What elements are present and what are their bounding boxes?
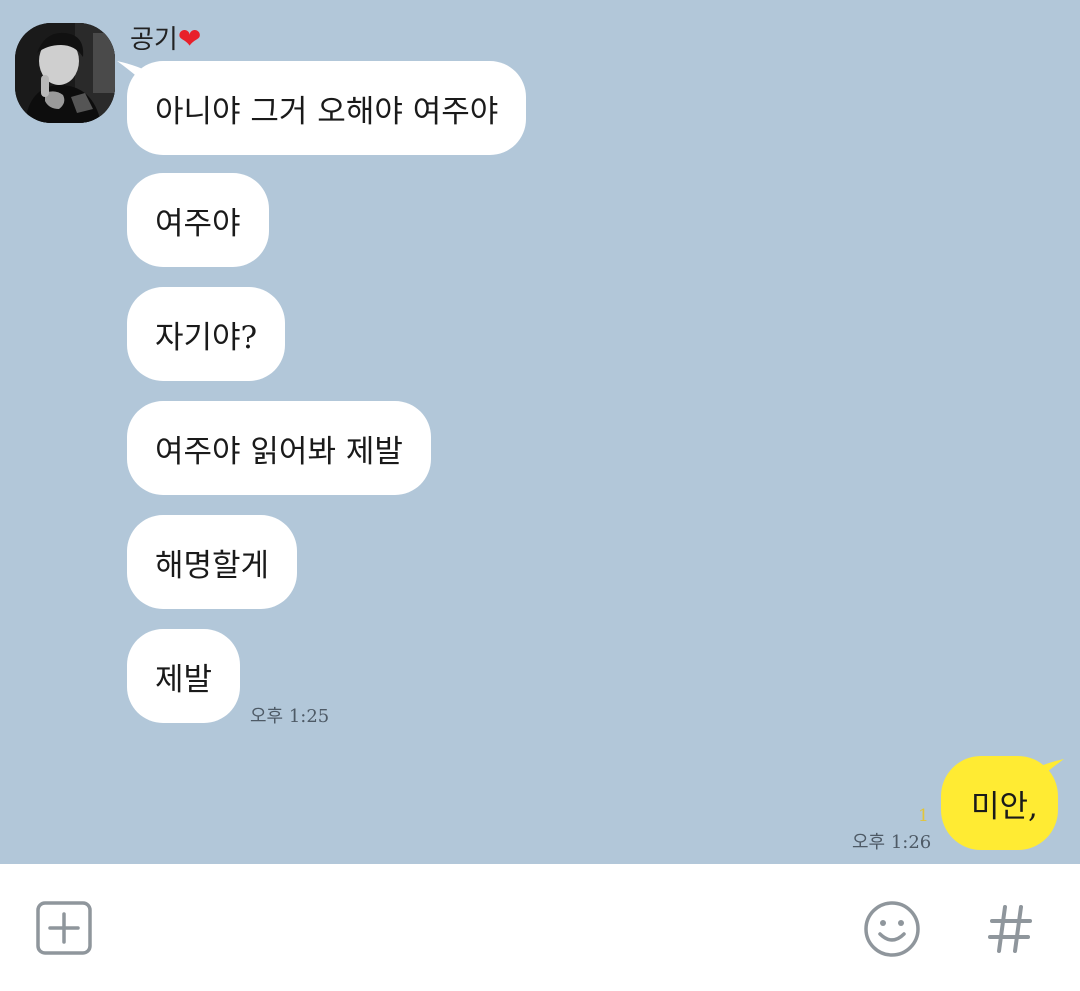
message-text: 아니야 그거 오해야 여주야	[155, 93, 499, 130]
message-bubble[interactable]: 제발	[127, 629, 241, 723]
message-text: 제발	[155, 661, 213, 698]
unread-count: 1	[918, 806, 929, 826]
message-bubble[interactable]: 여주야 읽어봐 제발	[127, 401, 431, 495]
my-message-text: 미안,	[971, 788, 1038, 825]
message-text: 자기야?	[155, 319, 258, 356]
sender-avatar[interactable]	[15, 23, 115, 123]
sender-name-text: 공기	[130, 25, 178, 55]
chat-area[interactable]: 공기❤ 아니야 그거 오해야 여주야 여주야 자기야? 여주야 읽어봐 제발 해…	[0, 0, 1080, 864]
message-bubble[interactable]: 해명할게	[127, 515, 298, 609]
emoticon-button[interactable]	[863, 900, 921, 958]
sent-timestamp: 오후 1:26	[852, 832, 932, 853]
hashtag-icon	[988, 905, 1032, 953]
message-bubble[interactable]: 여주야	[127, 173, 269, 267]
message-text: 여주야	[155, 205, 241, 242]
my-bubble-tail-icon	[1034, 759, 1064, 783]
sender-name: 공기❤	[130, 22, 201, 57]
avatar-photo	[15, 23, 115, 123]
message-bubble[interactable]: 자기야?	[127, 287, 286, 381]
heart-icon: ❤	[177, 22, 202, 55]
plus-square-icon	[36, 901, 92, 955]
input-bar[interactable]	[0, 864, 1080, 991]
received-timestamp: 오후 1:25	[250, 706, 330, 727]
message-text: 여주야 읽어봐 제발	[155, 433, 403, 470]
message-bubble[interactable]: 아니야 그거 오해야 여주야	[127, 61, 527, 155]
hashtag-button[interactable]	[988, 904, 1032, 954]
smiley-icon	[864, 901, 920, 957]
attach-button[interactable]	[36, 901, 92, 955]
message-text: 해명할게	[155, 547, 270, 584]
